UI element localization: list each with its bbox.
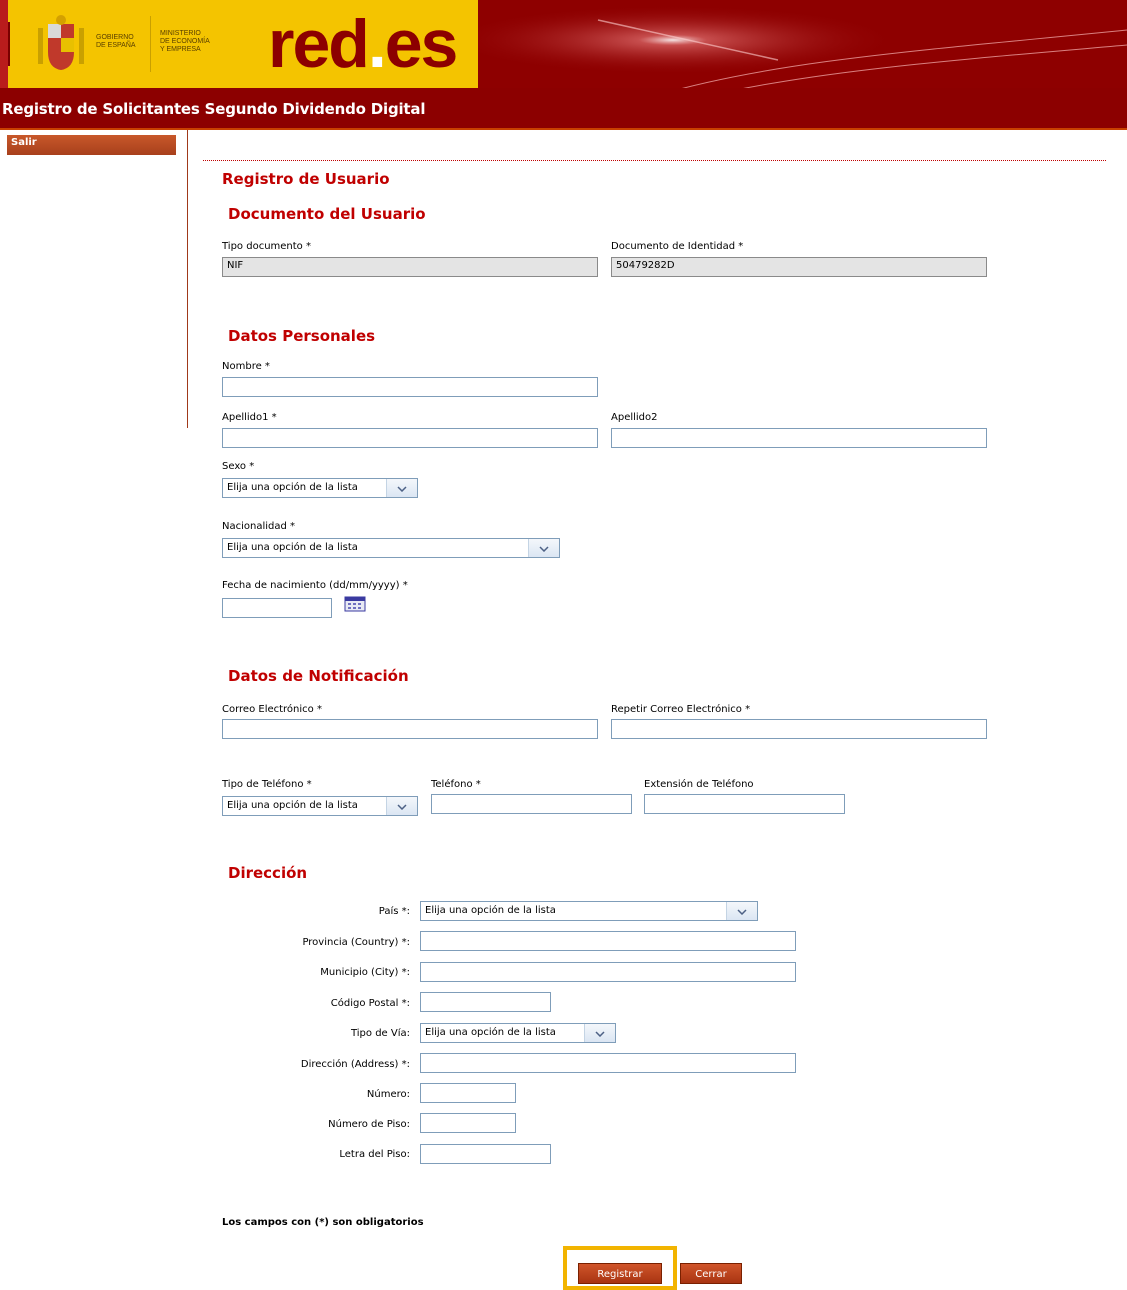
direccion-input[interactable]	[420, 1053, 796, 1073]
repetir-correo-label: Repetir Correo Electrónico *	[611, 704, 751, 715]
government-banner: GOBIERNO DE ESPAÑA MINISTERIO DE ECONOMÍ…	[0, 0, 478, 88]
municipio-input[interactable]	[420, 962, 796, 982]
tipo-documento-label: Tipo documento *	[222, 241, 311, 252]
pais-label: País *:	[378, 906, 410, 917]
chevron-down-icon[interactable]	[584, 1024, 615, 1042]
fecha-nacimiento-input[interactable]	[222, 598, 332, 618]
nombre-input[interactable]	[222, 377, 598, 397]
municipio-label: Municipio (City) *:	[320, 967, 410, 978]
letra-piso-label: Letra del Piso:	[339, 1149, 410, 1160]
calendar-icon[interactable]	[344, 596, 366, 612]
section-documento: Documento del Usuario	[228, 205, 426, 223]
direccion-label: Dirección (Address) *:	[300, 1059, 410, 1070]
page-header: GOBIERNO DE ESPAÑA MINISTERIO DE ECONOMÍ…	[0, 0, 1127, 100]
required-fields-note: Los campos con (*) son obligatorios	[222, 1217, 424, 1228]
telefono-label: Teléfono *	[431, 779, 481, 790]
documento-identidad-label: Documento de Identidad *	[611, 241, 744, 252]
correo-input[interactable]	[222, 719, 598, 739]
registrar-button[interactable]: Registrar	[578, 1263, 662, 1284]
cerrar-button[interactable]: Cerrar	[680, 1263, 742, 1284]
tipo-telefono-label: Tipo de Teléfono *	[222, 779, 312, 790]
correo-label: Correo Electrónico *	[222, 704, 322, 715]
section-datos-personales: Datos Personales	[228, 327, 376, 345]
nombre-label: Nombre *	[222, 361, 270, 372]
content-divider	[203, 160, 1106, 161]
apellido2-label: Apellido2	[611, 412, 658, 423]
repetir-correo-input[interactable]	[611, 719, 987, 739]
pais-select[interactable]: Elija una opción de la lista	[420, 901, 758, 921]
tipo-telefono-select[interactable]: Elija una opción de la lista	[222, 796, 418, 816]
salir-button[interactable]: Salir	[7, 135, 176, 155]
tipo-via-select[interactable]: Elija una opción de la lista	[420, 1023, 616, 1043]
section-datos-notificacion: Datos de Notificación	[228, 667, 409, 685]
section-direccion: Dirección	[228, 864, 308, 882]
apellido2-input[interactable]	[611, 428, 987, 448]
coat-of-arms-icon	[38, 15, 84, 70]
numero-piso-input[interactable]	[420, 1113, 516, 1133]
page-title: Registro de Usuario	[222, 170, 390, 188]
nacionalidad-select[interactable]: Elija una opción de la lista	[222, 538, 560, 558]
documento-identidad-field: 50479282D	[611, 257, 987, 277]
numero-label: Número:	[366, 1089, 410, 1100]
chevron-down-icon[interactable]	[726, 902, 757, 920]
chevron-down-icon[interactable]	[528, 539, 559, 557]
codigo-postal-input[interactable]	[420, 992, 551, 1012]
nacionalidad-label: Nacionalidad *	[222, 521, 296, 532]
sexo-select[interactable]: Elija una opción de la lista	[222, 478, 418, 498]
app-title: Registro de Solicitantes Segundo Dividen…	[2, 100, 426, 118]
extension-label: Extensión de Teléfono	[644, 779, 754, 790]
header-flare-graphic	[478, 0, 1127, 100]
redes-logo: red.es	[268, 6, 458, 82]
sexo-label: Sexo *	[222, 461, 255, 472]
provincia-label: Provincia (Country) *:	[302, 937, 410, 948]
chevron-down-icon[interactable]	[386, 479, 417, 497]
fecha-nacimiento-label: Fecha de nacimiento (dd/mm/yyyy) *	[222, 580, 408, 591]
numero-piso-label: Número de Piso:	[328, 1119, 410, 1130]
tipo-documento-field: NIF	[222, 257, 598, 277]
apellido1-label: Apellido1 *	[222, 412, 277, 423]
codigo-postal-label: Código Postal *:	[330, 998, 410, 1009]
ministry-label: MINISTERIO DE ECONOMÍA Y EMPRESA	[160, 30, 210, 53]
provincia-input[interactable]	[420, 931, 796, 951]
numero-input[interactable]	[420, 1083, 516, 1103]
extension-input[interactable]	[644, 794, 845, 814]
letra-piso-input[interactable]	[420, 1144, 551, 1164]
tipo-via-label: Tipo de Vía:	[350, 1028, 410, 1039]
sidebar-divider	[187, 130, 188, 428]
government-label: GOBIERNO DE ESPAÑA	[96, 34, 136, 49]
apellido1-input[interactable]	[222, 428, 598, 448]
chevron-down-icon[interactable]	[386, 797, 417, 815]
telefono-input[interactable]	[431, 794, 632, 814]
